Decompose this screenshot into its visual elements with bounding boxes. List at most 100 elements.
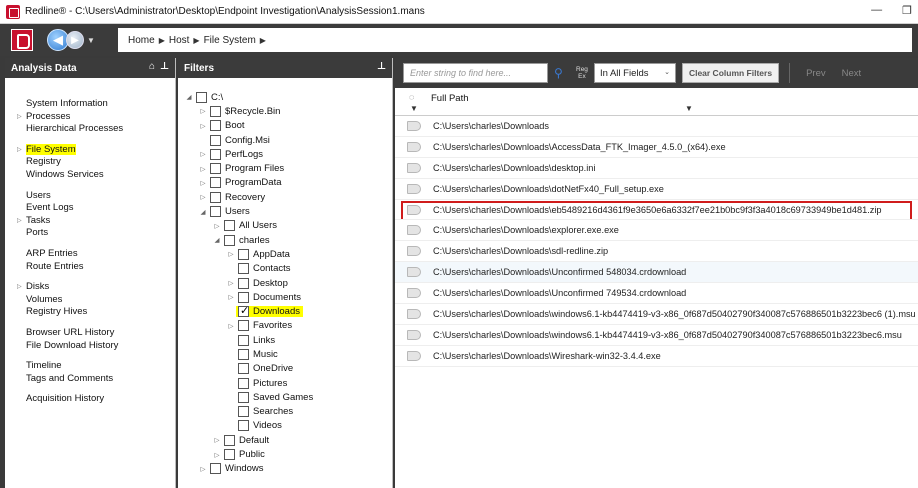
analysis-item[interactable]: Registry Hives [26,306,175,319]
tree-checkbox[interactable] [238,348,249,360]
expanded-triangle-icon[interactable]: ◢ [212,236,222,244]
tag-icon[interactable] [407,120,421,131]
filter-icon[interactable]: ▼ [410,104,418,113]
tree-node[interactable]: Searches [184,405,392,419]
collapsed-triangle-icon[interactable]: ▷ [198,150,208,158]
tree-checkbox[interactable] [224,234,235,246]
tree-node[interactable]: ▷ Desktop [184,276,392,290]
tree-node[interactable]: Downloads [184,304,392,318]
table-row[interactable]: C:\Users\charles\Downloads\Wireshark-win… [395,346,918,367]
collapsed-triangle-icon[interactable]: ▷ [198,179,208,187]
search-input[interactable]: Enter string to find here... [403,63,548,83]
table-row[interactable]: C:\Users\charles\Downloads\windows6.1-kb… [395,304,918,325]
tree-node[interactable]: ▷ Recovery [184,190,392,204]
tree-node[interactable]: ▷ $Recycle.Bin [184,104,392,118]
tree-checkbox[interactable] [210,463,221,475]
collapsed-triangle-icon[interactable]: ▷ [212,222,222,230]
table-row[interactable]: C:\Users\charles\Downloads\sdl-redline.z… [395,241,918,263]
analysis-item[interactable]: File Download History [26,340,175,353]
tree-node[interactable]: ▷ Favorites [184,319,392,333]
table-row[interactable]: C:\Users\charles\Downloads\dotNetFx40_Fu… [395,179,918,200]
tree-node[interactable]: ▷ Windows [184,462,392,476]
tree-checkbox[interactable] [238,263,249,275]
tree-checkbox[interactable] [238,406,249,418]
tree-checkbox[interactable] [210,134,221,146]
tree-checkbox[interactable] [238,248,249,260]
tree-node[interactable]: Pictures [184,376,392,390]
tree-checkbox[interactable] [224,220,235,232]
analysis-item[interactable]: Browser URL History [26,327,175,340]
tree-node[interactable]: ▷ Documents [184,290,392,304]
table-row[interactable]: C:\Users\charles\Downloads\desktop.ini [395,158,918,179]
tree-checkbox[interactable] [238,320,249,332]
tree-node[interactable]: Contacts [184,262,392,276]
tree-node[interactable]: ▷ Public [184,447,392,461]
analysis-item[interactable]: ARP Entries [26,248,175,261]
tag-icon[interactable] [407,225,421,236]
tree-node[interactable]: ▷ Default [184,433,392,447]
tree-checkbox[interactable] [210,191,221,203]
clear-column-filters-button[interactable]: Clear Column Filters [681,63,780,83]
tag-icon[interactable] [407,329,421,340]
tree-checkbox[interactable] [238,377,249,389]
analysis-item[interactable]: Timeline [26,360,175,373]
tree-node[interactable]: ▷ AppData [184,247,392,261]
tag-icon[interactable] [407,141,421,152]
tree-node[interactable]: ◢ charles [184,233,392,247]
breadcrumb-host[interactable]: Host [169,35,190,46]
analysis-item[interactable]: Tasks [17,215,175,228]
collapsed-triangle-icon[interactable]: ▷ [212,436,222,444]
filter-icon[interactable]: ▼ [685,104,693,113]
table-row[interactable]: C:\Users\charles\Downloads [395,116,918,137]
tag-icon[interactable] [407,246,421,257]
table-row[interactable]: C:\Users\charles\Downloads\AccessData_FT… [395,137,918,158]
tree-checkbox[interactable] [238,304,249,318]
tree-checkbox[interactable] [238,291,249,303]
tree-checkbox[interactable] [238,334,249,346]
collapsed-triangle-icon[interactable]: ▷ [198,107,208,115]
collapsed-triangle-icon[interactable]: ▷ [198,193,208,201]
tree-node[interactable]: ◢ Users [184,204,392,218]
breadcrumb-file-system[interactable]: File System [204,35,256,46]
tree-node[interactable]: Config.Msi [184,133,392,147]
table-row[interactable]: C:\Users\charles\Downloads\eb5489216d436… [395,200,918,221]
tree-node[interactable]: ▷ Program Files [184,161,392,175]
expanded-triangle-icon[interactable]: ◢ [198,208,208,216]
tree-checkbox[interactable] [210,163,221,175]
tree-checkbox[interactable] [224,449,235,461]
analysis-item[interactable]: Ports [26,227,175,240]
tree-node[interactable]: ▷ ProgramData [184,176,392,190]
breadcrumb-home[interactable]: Home [128,35,155,46]
tree-checkbox[interactable] [210,177,221,189]
prev-button[interactable]: Prev [806,68,826,79]
tag-icon[interactable] [407,308,421,319]
tree-checkbox[interactable] [238,277,249,289]
nav-history-dropdown-icon[interactable]: ▼ [87,36,95,45]
tag-icon[interactable] [407,267,421,278]
tree-checkbox[interactable] [210,148,221,160]
tree-checkbox[interactable] [210,105,221,117]
next-button[interactable]: Next [842,68,862,79]
minimize-button[interactable]: — [871,4,882,17]
analysis-item[interactable]: Registry [26,156,175,169]
tree-node[interactable]: Videos [184,419,392,433]
home-icon[interactable]: ⌂ [149,61,155,72]
search-icon[interactable]: ⚲ [554,66,568,80]
pin-icon[interactable]: ⊥ [160,61,169,72]
analysis-item[interactable]: Hierarchical Processes [26,123,175,136]
tag-column-icon[interactable]: ◌ [409,92,414,102]
forward-arrow-icon[interactable]: ▶ [66,31,84,49]
analysis-item[interactable]: Tags and Comments [26,373,175,386]
tree-node[interactable]: OneDrive [184,362,392,376]
regex-toggle-button[interactable]: Reg Ex [576,66,588,80]
table-row[interactable]: C:\Users\charles\Downloads\explorer.exe.… [395,220,918,242]
redline-logo-icon[interactable] [11,29,33,51]
column-header-full-path[interactable]: Full Path [431,93,469,104]
table-row[interactable]: C:\Users\charles\Downloads\Unconfirmed 5… [395,262,918,284]
tree-checkbox[interactable] [238,420,249,432]
table-row[interactable]: C:\Users\charles\Downloads\Unconfirmed 7… [395,283,918,305]
collapsed-triangle-icon[interactable]: ▷ [226,322,236,330]
tag-icon[interactable] [407,288,421,299]
collapsed-triangle-icon[interactable]: ▷ [198,165,208,173]
tree-checkbox[interactable] [238,391,249,403]
